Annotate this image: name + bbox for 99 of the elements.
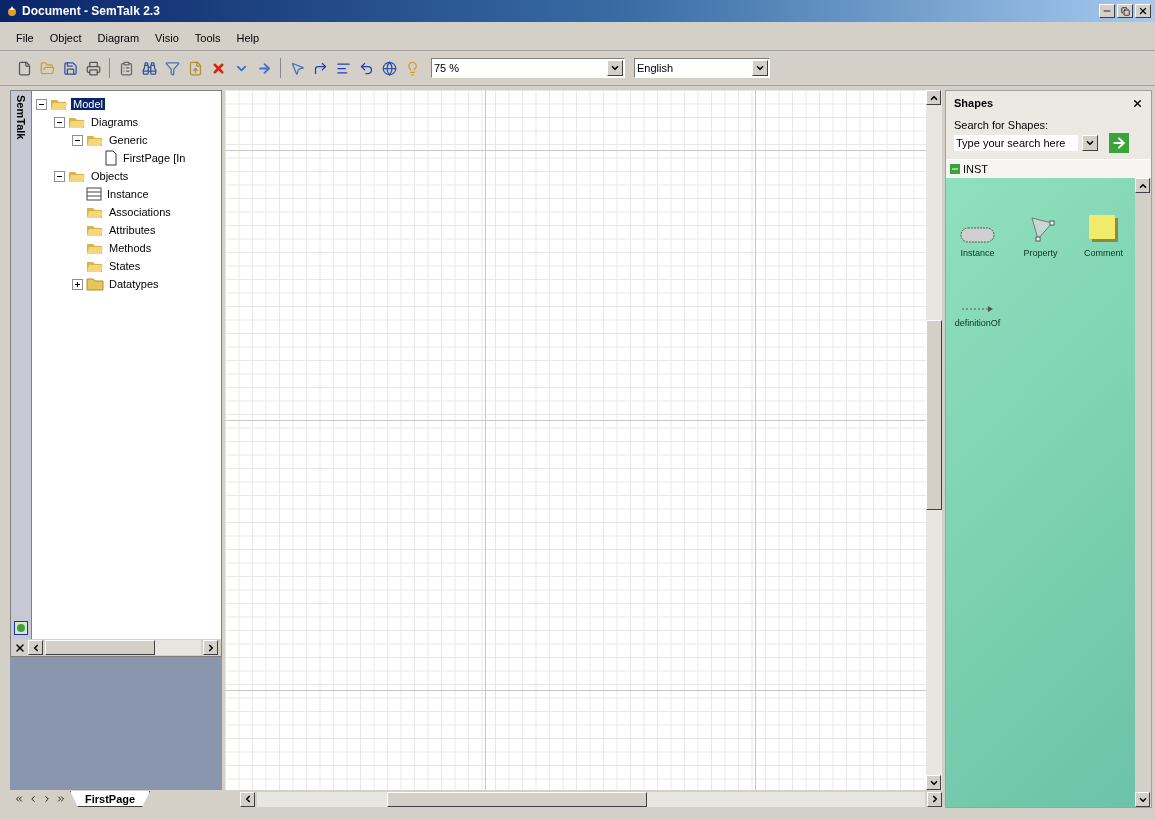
open-folder-icon (86, 133, 104, 147)
close-icon[interactable] (1132, 97, 1143, 109)
caret-down-icon (610, 63, 620, 73)
language-dropdown[interactable]: English (634, 58, 770, 78)
scroll-thumb[interactable] (387, 791, 648, 807)
stencil-title: INST (963, 163, 989, 175)
open-folder-icon (86, 205, 104, 219)
last-page-button[interactable] (56, 794, 66, 804)
scroll-left-button[interactable] (28, 640, 43, 655)
folder-icon (86, 277, 104, 291)
tree-item[interactable]: Instance (105, 188, 151, 200)
class-icon (86, 187, 102, 201)
tree-item[interactable]: Attributes (107, 224, 158, 236)
scroll-right-button[interactable] (927, 791, 942, 807)
page-icon (16, 60, 32, 76)
next-page-button[interactable] (42, 794, 52, 804)
shape-label[interactable]: Comment (1084, 248, 1123, 258)
scroll-down-button[interactable] (926, 775, 941, 790)
menu-item[interactable]: Object (43, 30, 88, 46)
collapse-toggle[interactable] (72, 134, 83, 146)
restore-icon (1120, 6, 1130, 16)
open-folder-icon (86, 223, 104, 237)
search-dropdown-button[interactable] (1082, 135, 1098, 151)
menu-item[interactable]: Diagram (91, 30, 146, 46)
caret-down-icon (755, 63, 765, 73)
undo-icon (358, 60, 374, 76)
scroll-thumb[interactable] (926, 320, 942, 510)
pointer-icon (289, 60, 305, 76)
printer-icon (85, 60, 101, 76)
open-folder-icon (50, 97, 68, 111)
shape-label[interactable]: definitionOf (954, 318, 1001, 328)
search-label: Search for Shapes: (953, 118, 1050, 133)
tree-item[interactable]: Associations (107, 206, 173, 218)
plus-icon (74, 280, 81, 288)
panel-title: Shapes (954, 97, 994, 109)
menu-item[interactable]: Visio (149, 30, 185, 46)
caret-down-icon (1085, 138, 1095, 148)
tree-item[interactable]: States (107, 260, 143, 272)
folder-icon (39, 60, 55, 76)
dashed-arrow-icon (960, 304, 995, 314)
open-folder-icon (68, 169, 86, 183)
minimize-button[interactable] (1099, 4, 1115, 18)
pin-icon[interactable] (14, 621, 28, 635)
tree-item[interactable]: Model (71, 98, 105, 110)
scroll-up-button[interactable] (1135, 178, 1150, 193)
tree-item[interactable]: Methods (107, 242, 154, 254)
chevron-left-icon (28, 794, 38, 804)
arrow-right-icon (256, 60, 272, 76)
rounded-rectangle-icon (959, 226, 996, 244)
menu-item[interactable]: Help (230, 30, 266, 46)
file-up-icon (187, 60, 203, 76)
corner-arrow-icon (312, 60, 328, 76)
scroll-left-button[interactable] (240, 791, 256, 807)
note-icon (1087, 214, 1120, 244)
close-button[interactable] (1135, 4, 1151, 18)
zoom-dropdown[interactable]: 75 % (431, 58, 625, 78)
open-folder-icon (68, 115, 86, 129)
app-icon (6, 5, 18, 17)
clipboard-icon (118, 60, 134, 76)
open-folder-icon (86, 241, 104, 255)
stencil-header[interactable]: INST (946, 159, 1151, 178)
tree-item[interactable]: Datatypes (107, 278, 161, 290)
collapse-toggle[interactable] (54, 170, 65, 182)
expand-toggle[interactable] (72, 278, 83, 290)
tree-item[interactable]: Diagrams (89, 116, 141, 128)
restore-button[interactable] (1117, 4, 1133, 18)
search-field[interactable]: Type your search here (954, 135, 1078, 151)
window-title: Document - SemTalk 2.3 (22, 4, 160, 18)
chevron-right-icon (42, 794, 52, 804)
arrow-right-icon (1111, 135, 1127, 151)
scroll-down-button[interactable] (1135, 792, 1150, 807)
collapse-toggle[interactable] (54, 116, 65, 128)
tree-item[interactable]: Generic (107, 134, 150, 146)
funnel-icon (164, 60, 180, 76)
align-left-icon (335, 60, 351, 76)
previous-page-button[interactable] (28, 794, 38, 804)
tree-item[interactable]: Objects (89, 170, 131, 182)
scroll-right-button[interactable] (203, 640, 218, 655)
double-chevron-right-icon (56, 794, 66, 804)
close-icon (1138, 6, 1148, 16)
globe-icon (381, 60, 397, 76)
panel-title: SemTalk (15, 95, 27, 140)
page-tab[interactable]: FirstPage (70, 791, 151, 807)
binoculars-icon (141, 60, 157, 76)
shape-label[interactable]: Instance (960, 248, 995, 258)
first-page-button[interactable] (14, 794, 24, 804)
page-icon (104, 150, 118, 166)
scroll-up-button[interactable] (926, 90, 941, 105)
menu-item[interactable]: File (10, 30, 40, 46)
shape-label[interactable]: Property (1023, 248, 1058, 258)
close-icon[interactable] (14, 641, 26, 654)
scroll-thumb[interactable] (45, 640, 155, 655)
menu-item[interactable]: Tools (188, 30, 227, 46)
collapse-toggle[interactable] (36, 98, 47, 110)
tree-item[interactable]: FirstPage [In (121, 152, 188, 164)
search-go-button[interactable] (1109, 133, 1129, 153)
double-chevron-left-icon (14, 794, 24, 804)
open-folder-icon (86, 259, 104, 273)
stencil-icon (950, 164, 960, 174)
